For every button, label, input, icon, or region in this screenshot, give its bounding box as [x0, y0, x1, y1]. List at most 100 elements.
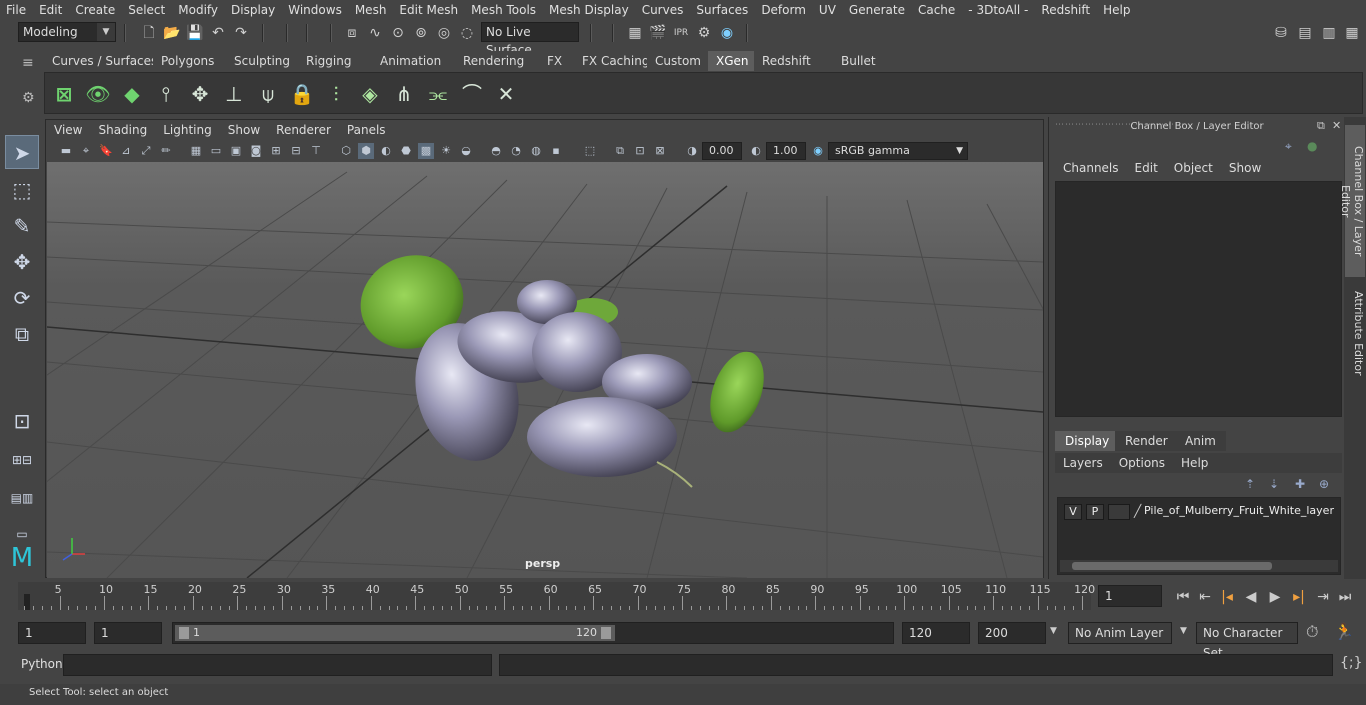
range-end-handle[interactable]: [601, 627, 611, 639]
layer-visibility-toggle[interactable]: V: [1064, 504, 1082, 520]
menu-modify[interactable]: Modify: [172, 0, 225, 20]
wireframe-on-shaded-icon[interactable]: ⬣: [398, 143, 414, 159]
viewport-menu-shading[interactable]: Shading: [90, 120, 155, 140]
viewport-menu-panels[interactable]: Panels: [339, 120, 394, 140]
render-frame-icon[interactable]: 🎬: [649, 24, 667, 42]
scrollbar-thumb[interactable]: [1072, 562, 1272, 570]
snap-view-icon[interactable]: ⊚: [412, 24, 430, 42]
isolate-select-icon[interactable]: ⬚: [582, 143, 598, 159]
range-slider[interactable]: 1 120: [172, 622, 894, 644]
lock-length-icon[interactable]: 🔒: [287, 79, 317, 109]
script-editor-icon[interactable]: {;}: [1340, 655, 1363, 671]
shelf-tab-custom[interactable]: Custom: [647, 51, 709, 71]
clump-icon[interactable]: ✕: [491, 79, 521, 109]
new-layer-icon[interactable]: ✚: [1295, 477, 1305, 491]
menu-edit[interactable]: Edit: [33, 0, 69, 20]
character-set-dropdown[interactable]: No Character Set: [1196, 622, 1298, 660]
menu-3dtoall[interactable]: - 3DtoAll -: [962, 0, 1035, 20]
viewport-menu-view[interactable]: View: [46, 120, 90, 140]
script-language-label[interactable]: Python: [21, 657, 63, 671]
step-forward-key-icon[interactable]: ⇥: [1312, 585, 1334, 609]
live-surface-field[interactable]: No Live Surface: [481, 22, 579, 57]
layer-row[interactable]: V P ╱ Pile_of_Mulberry_Fruit_White_layer: [1060, 500, 1338, 522]
go-to-end-icon[interactable]: ⏭: [1334, 585, 1356, 609]
menu-mesh[interactable]: Mesh: [349, 0, 394, 20]
shelf-tab-sculpting[interactable]: Sculpting: [226, 51, 299, 71]
step-back-key-icon[interactable]: ⇤: [1194, 585, 1216, 609]
menu-file[interactable]: File: [0, 0, 33, 20]
lasso-tool-icon[interactable]: ⬚: [5, 173, 39, 207]
shelf-tab-fx-caching[interactable]: FX Caching: [574, 51, 658, 71]
snap-point-icon[interactable]: ⊙: [389, 24, 407, 42]
xgen-editor-icon[interactable]: ⊠: [49, 79, 79, 109]
grid-icon[interactable]: ▦: [188, 143, 204, 159]
chevron-down-icon[interactable]: ▼: [1050, 626, 1057, 636]
shelf-tab-rendering[interactable]: Rendering: [455, 51, 533, 71]
move-tool-icon[interactable]: ✥: [5, 245, 39, 279]
tab-attribute-editor[interactable]: Attribute Editor: [1345, 283, 1365, 383]
range-start-handle[interactable]: [179, 627, 189, 639]
layer-menu-options[interactable]: Options: [1111, 453, 1173, 473]
two-view-layout-icon[interactable]: ▤▥: [5, 481, 39, 515]
channel-box-area[interactable]: [1055, 181, 1342, 417]
play-forwards-icon[interactable]: ▶: [1264, 585, 1286, 609]
xray-components-icon[interactable]: ⊠: [652, 143, 668, 159]
menu-edit-mesh[interactable]: Edit Mesh: [393, 0, 465, 20]
playback-end-field[interactable]: 120: [902, 622, 970, 644]
move-layer-down-icon[interactable]: ⇣: [1269, 477, 1279, 491]
xray-icon[interactable]: ⧉: [612, 143, 628, 159]
layer-color-swatch[interactable]: ╱: [1134, 504, 1141, 518]
depth-of-field-icon[interactable]: ▪: [548, 143, 564, 159]
move-guides-icon[interactable]: ✥: [185, 79, 215, 109]
textured-icon[interactable]: ▩: [418, 143, 434, 159]
2d-pan-zoom-icon[interactable]: ⤢: [138, 143, 154, 159]
channel-menu-show[interactable]: Show: [1221, 159, 1269, 177]
resolution-gate-icon[interactable]: ▣: [228, 143, 244, 159]
animation-end-field[interactable]: 200: [978, 622, 1046, 644]
close-icon[interactable]: ✕: [1332, 119, 1341, 132]
camera-attributes-icon[interactable]: ⌖: [78, 143, 94, 159]
viewport-menu-renderer[interactable]: Renderer: [268, 120, 339, 140]
open-scene-icon[interactable]: 📂: [163, 24, 181, 42]
grow-icon[interactable]: ⫶: [321, 79, 351, 109]
paint-select-icon[interactable]: ✎: [5, 209, 39, 243]
animation-preferences-icon[interactable]: 🏃: [1334, 622, 1354, 641]
command-input[interactable]: [63, 654, 492, 676]
playback-start-field[interactable]: 1: [94, 622, 162, 644]
shelf-settings-icon[interactable]: ⚙: [22, 90, 35, 106]
save-scene-icon[interactable]: 💾: [186, 24, 204, 42]
scale-tool-icon[interactable]: ⧉: [5, 317, 39, 351]
xray-joints-icon[interactable]: ⊡: [632, 143, 648, 159]
toggle-tool-settings-icon[interactable]: ▦: [1343, 24, 1361, 42]
tab-display[interactable]: Display: [1055, 431, 1120, 451]
default-material-icon[interactable]: ◐: [378, 143, 394, 159]
layer-playback-toggle[interactable]: P: [1086, 504, 1104, 520]
grease-pencil-icon[interactable]: ✏: [158, 143, 174, 159]
render-settings-icon[interactable]: ⚙: [695, 24, 713, 42]
tab-channel-box[interactable]: Channel Box / Layer Editor: [1339, 125, 1365, 277]
smooth-shade-icon[interactable]: ⬢: [358, 143, 374, 159]
color-space-dropdown[interactable]: sRGB gamma ▼: [828, 142, 968, 160]
shelf-tab-polygons[interactable]: Polygons: [153, 51, 223, 71]
menu-redshift[interactable]: Redshift: [1035, 0, 1097, 20]
four-view-layout-icon[interactable]: ⊞⊟: [5, 443, 39, 477]
chevron-down-icon[interactable]: ▼: [1180, 626, 1187, 636]
camera-select-icon[interactable]: ▬: [58, 143, 74, 159]
interactive-groom-icon[interactable]: ◆: [117, 79, 147, 109]
menu-surfaces[interactable]: Surfaces: [690, 0, 755, 20]
bend-icon[interactable]: ⌒: [457, 79, 487, 109]
gate-mask-icon[interactable]: ◙: [248, 143, 264, 159]
channel-menu-object[interactable]: Object: [1166, 159, 1221, 177]
film-gate-icon[interactable]: ▭: [208, 143, 224, 159]
color-management-icon[interactable]: ◉: [810, 143, 826, 159]
shelf-tab-xgen[interactable]: XGen: [708, 51, 757, 71]
menu-cache[interactable]: Cache: [912, 0, 962, 20]
animation-start-field[interactable]: 1: [18, 622, 86, 644]
menu-generate[interactable]: Generate: [843, 0, 912, 20]
menu-windows[interactable]: Windows: [282, 0, 349, 20]
auto-key-icon[interactable]: ⏱: [1306, 622, 1318, 642]
3d-viewport[interactable]: persp: [47, 162, 1043, 578]
new-layer-selected-icon[interactable]: ⊕: [1319, 477, 1329, 491]
soft-select-icon[interactable]: ⊡: [5, 404, 39, 438]
comb-icon[interactable]: ⋔: [389, 79, 419, 109]
